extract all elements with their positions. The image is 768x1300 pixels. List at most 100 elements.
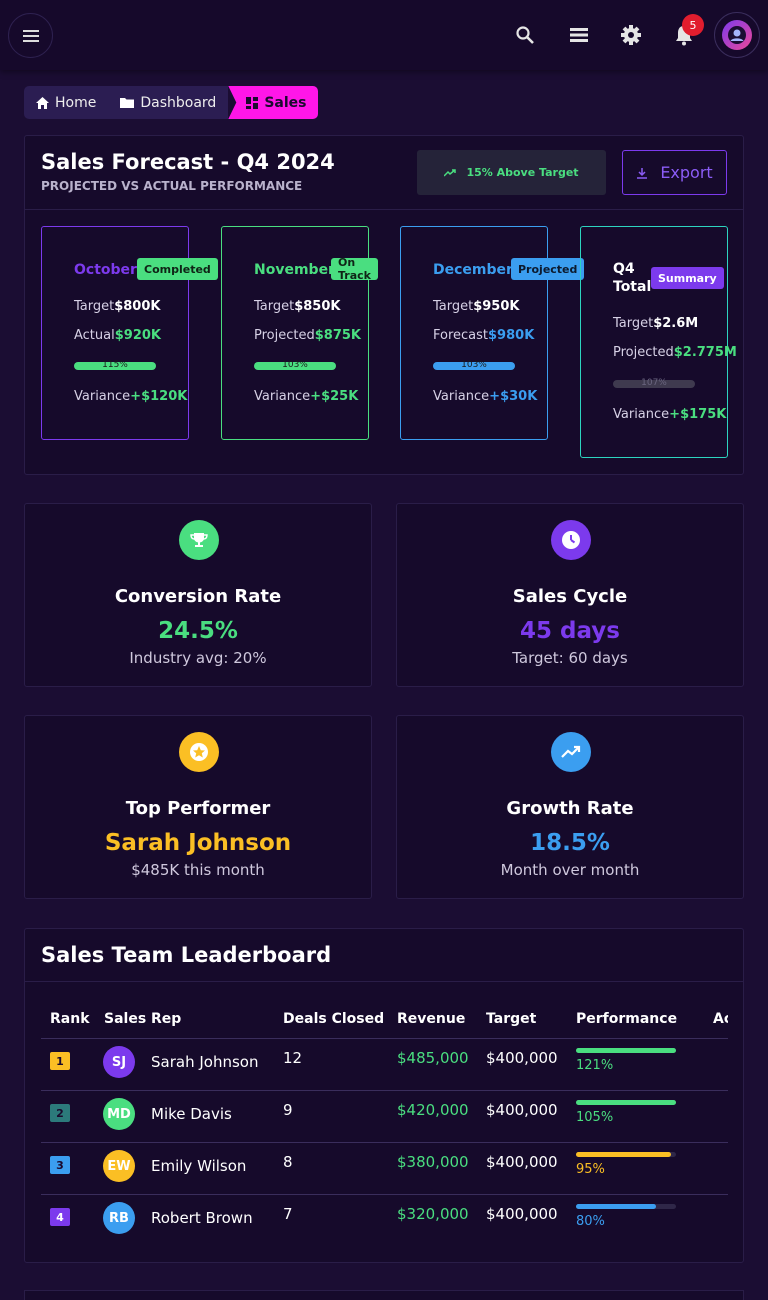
- projected-row: Projected$875K: [254, 328, 361, 343]
- progress-bar: 107%: [613, 378, 695, 388]
- target-value: $950K: [473, 299, 520, 314]
- target-value: $850K: [294, 299, 341, 314]
- avatar: [722, 20, 752, 50]
- rank-badge: 3: [50, 1156, 70, 1174]
- trending-up-icon: [551, 732, 591, 772]
- status-badge: On Track: [331, 256, 378, 282]
- progress-label: 107%: [641, 378, 667, 388]
- column-header-actions[interactable]: Actions: [713, 1011, 728, 1027]
- column-header-deals[interactable]: Deals Closed: [283, 1011, 384, 1027]
- breadcrumb: Home Dashboard Sales: [24, 86, 319, 119]
- target-label: Target: [74, 299, 115, 314]
- stat-value: 18.5%: [530, 830, 610, 856]
- avatar: EW: [103, 1150, 135, 1182]
- month-card-november: November On Track Target$850K Projected$…: [221, 226, 378, 440]
- stat-note: $485K this month: [131, 861, 265, 879]
- menu-icon: [22, 29, 39, 42]
- trophy-icon: [179, 520, 219, 560]
- performance-value: 105%: [576, 1110, 614, 1125]
- deals-closed: 12: [283, 1049, 303, 1067]
- above-target-label: 15% Above Target: [466, 166, 579, 179]
- user-avatar-button[interactable]: [714, 12, 760, 58]
- layers-icon: [570, 28, 588, 42]
- variance-label: Variance: [254, 389, 311, 404]
- target-label: Target: [254, 299, 295, 314]
- target: $400,000: [486, 1205, 558, 1223]
- next-panel-edge: [24, 1290, 744, 1300]
- rep-name: Mike Davis: [151, 1105, 232, 1123]
- variance-label: Variance: [433, 389, 490, 404]
- breadcrumb-home-label: Home: [55, 94, 97, 111]
- target-row: Target$850K: [254, 299, 340, 314]
- breadcrumb-sales-label: Sales: [264, 94, 307, 111]
- menu-button[interactable]: [8, 13, 53, 58]
- projected-label: Projected: [254, 328, 315, 343]
- row-divider: [41, 1194, 728, 1195]
- revenue: $485,000: [397, 1049, 469, 1067]
- target-value: $800K: [114, 299, 161, 314]
- sales-forecast-panel: Sales Forecast - Q4 2024 PROJECTED VS AC…: [24, 135, 744, 475]
- rep-name: Emily Wilson: [151, 1157, 247, 1175]
- projected-value: $875K: [314, 328, 361, 343]
- column-header-performance[interactable]: Performance: [576, 1011, 677, 1027]
- stat-note: Month over month: [500, 861, 640, 879]
- q4-name-line1: Q4: [613, 261, 635, 277]
- column-header-revenue[interactable]: Revenue: [397, 1011, 465, 1027]
- column-header-rep[interactable]: Sales Rep: [104, 1011, 181, 1027]
- progress-bar: 103%: [254, 360, 336, 370]
- rep-name: Robert Brown: [151, 1209, 253, 1227]
- deals-closed: 7: [283, 1205, 293, 1223]
- actual-value: $920K: [114, 328, 161, 343]
- status-badge: Summary: [651, 267, 724, 289]
- target-label: Target: [613, 316, 654, 331]
- export-button[interactable]: Export: [622, 150, 727, 195]
- breadcrumb-home[interactable]: Home: [24, 86, 109, 119]
- top-performer-card: Top Performer Sarah Johnson $485K this m…: [24, 715, 372, 899]
- clock-icon: [551, 520, 591, 560]
- column-header-target[interactable]: Target: [486, 1011, 536, 1027]
- variance-label: Variance: [74, 389, 131, 404]
- folder-icon: [120, 98, 135, 108]
- deals-closed: 9: [283, 1101, 293, 1119]
- breadcrumb-sales[interactable]: Sales: [228, 86, 319, 119]
- settings-icon: [621, 25, 641, 45]
- progress-bar: 103%: [433, 360, 515, 370]
- actual-row: Actual$920K: [74, 328, 161, 343]
- above-target-badge: 15% Above Target: [417, 150, 606, 195]
- month-card-december: December Projected Target$950K Forecast$…: [400, 226, 585, 440]
- forecast-row: Forecast$980K: [433, 328, 534, 343]
- month-card-q4-total: Q4 Total Summary Target$2.6M Projected$2…: [580, 226, 737, 458]
- variance-value: +$30K: [489, 389, 538, 404]
- target-row: Target$2.6M: [613, 316, 698, 331]
- status-badge: Projected: [511, 258, 585, 280]
- stat-label: Conversion Rate: [114, 586, 282, 607]
- rank-badge: 1: [50, 1052, 70, 1070]
- performance-value: 80%: [576, 1214, 605, 1229]
- projected-value: $2.775M: [673, 345, 737, 360]
- growth-rate-card: Growth Rate 18.5% Month over month: [396, 715, 744, 899]
- forecast-label: Forecast: [433, 328, 489, 343]
- performance-bar: [576, 1152, 676, 1157]
- stat-note: Target: 60 days: [512, 649, 628, 667]
- rank-badge: 4: [50, 1208, 70, 1226]
- variance-value: +$25K: [310, 389, 359, 404]
- performance-value: 95%: [576, 1162, 605, 1177]
- layers-button[interactable]: [566, 22, 592, 48]
- avatar: RB: [103, 1202, 135, 1234]
- forecast-title: Sales Forecast - Q4 2024: [41, 150, 335, 174]
- breadcrumb-dashboard[interactable]: Dashboard: [108, 86, 229, 119]
- breadcrumb-dashboard-label: Dashboard: [140, 94, 217, 111]
- stat-value: 45 days: [520, 618, 620, 644]
- target-value: $2.6M: [653, 316, 699, 331]
- q4-total-name: Q4 Total: [613, 260, 651, 296]
- forecast-value: $980K: [488, 328, 535, 343]
- column-header-rank[interactable]: Rank: [50, 1011, 90, 1027]
- stat-label: Growth Rate: [506, 798, 634, 819]
- month-card-october: October Completed Target$800K Actual$920…: [41, 226, 218, 440]
- settings-button[interactable]: [618, 22, 644, 48]
- variance-label: Variance: [613, 407, 670, 422]
- projected-label: Projected: [613, 345, 674, 360]
- search-button[interactable]: [512, 22, 538, 48]
- variance-row: Variance+$175K: [613, 407, 726, 422]
- conversion-rate-card: Conversion Rate 24.5% Industry avg: 20%: [24, 503, 372, 687]
